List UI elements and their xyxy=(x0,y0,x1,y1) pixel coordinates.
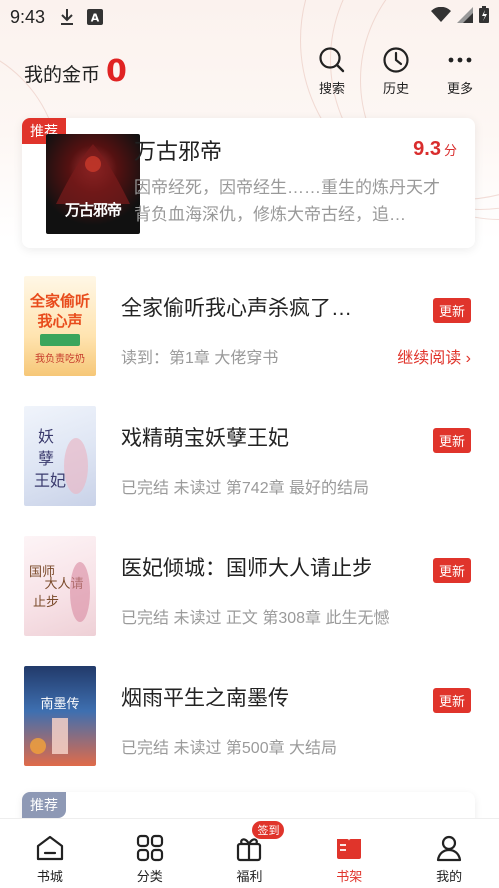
more-icon xyxy=(448,57,472,63)
category-icon xyxy=(136,834,163,862)
book-cover: 国师 大人请 止步 xyxy=(24,536,96,636)
book-progress: 已完结 未读过 第742章 最好的结局 xyxy=(121,480,370,497)
continue-reading-link[interactable]: 继续阅读 › xyxy=(397,344,471,368)
nav-bookshelf[interactable]: 书架 xyxy=(299,819,399,888)
book-description: 因帝经死，因帝经生……重生的炼丹天才背负血海深仇，修炼大帝古经，追… xyxy=(134,178,440,224)
svg-text:我心声: 我心声 xyxy=(37,312,82,330)
nav-category[interactable]: 分类 xyxy=(100,819,200,888)
book-cover: 妖 孽 王妃 xyxy=(24,406,96,506)
svg-text:止步: 止步 xyxy=(33,595,59,610)
book-title: 医妃倾城：国师大人请止步 xyxy=(121,557,371,580)
wifi-icon xyxy=(431,6,451,28)
battery-icon xyxy=(479,6,489,28)
book-progress: 已完结 未读过 正文 第308章 此生无憾 xyxy=(121,610,390,627)
list-item[interactable]: 妖 孽 王妃 戏精萌宝妖孽王妃 更新 已完结 未读过 第742章 最好的结局 xyxy=(0,406,499,510)
download-icon xyxy=(59,8,75,26)
signal-icon xyxy=(457,6,473,28)
book-progress: 已完结 未读过 第500章 大结局 xyxy=(121,740,338,757)
svg-text:全家偷听: 全家偷听 xyxy=(29,292,90,310)
list-item[interactable]: 全家偷听 我心声 我负责吃奶 全家偷听我心声杀疯了… 更新 读到：第1章 大佬穿… xyxy=(0,276,499,380)
nav-label: 我的 xyxy=(436,869,463,884)
score-value: 9.3 xyxy=(413,138,441,160)
cover-title: 万古邪帝 xyxy=(64,202,122,219)
update-badge: 更新 xyxy=(432,428,471,453)
svg-text:我负责吃奶: 我负责吃奶 xyxy=(35,352,85,365)
book-cover: 南墨传 xyxy=(24,666,96,766)
book-cover: 万古邪帝 xyxy=(46,134,140,234)
book-title: 烟雨平生之南墨传 xyxy=(121,687,289,710)
home-icon xyxy=(36,835,63,861)
clock-icon xyxy=(383,47,409,73)
list-item[interactable]: 国师 大人请 止步 医妃倾城：国师大人请止步 更新 已完结 未读过 正文 第30… xyxy=(0,536,499,640)
book-progress: 读到：第1章 大佬穿书 xyxy=(121,350,279,367)
search-button[interactable]: 搜索 xyxy=(311,46,353,97)
nav-bookstore[interactable]: 书城 xyxy=(0,819,100,888)
page-header: 我的金币 0 搜索 历史 更多 xyxy=(0,40,499,106)
book-cover: 全家偷听 我心声 我负责吃奶 xyxy=(24,276,96,376)
svg-text:王妃: 王妃 xyxy=(34,471,66,490)
recommend-tag: 推荐 xyxy=(22,792,66,818)
coin-balance[interactable]: 我的金币 0 xyxy=(24,54,127,89)
history-label: 历史 xyxy=(382,81,409,96)
search-icon xyxy=(319,47,345,73)
font-a-icon: A xyxy=(87,9,104,25)
nav-label: 书架 xyxy=(336,869,363,884)
sign-in-badge: 签到 xyxy=(252,821,285,839)
list-item[interactable]: 南墨传 烟雨平生之南墨传 更新 已完结 未读过 第500章 大结局 xyxy=(0,666,499,770)
book-title: 戏精萌宝妖孽王妃 xyxy=(121,427,289,450)
nav-label: 福利 xyxy=(236,869,263,884)
bottom-navigation: 书城 分类 签到 福利 书架 我的 xyxy=(0,818,499,888)
more-button[interactable]: 更多 xyxy=(439,46,481,97)
nav-welfare[interactable]: 签到 福利 xyxy=(200,819,300,888)
score-unit: 分 xyxy=(443,143,457,158)
svg-text:孽: 孽 xyxy=(38,449,54,468)
book-score: 9.3 分 xyxy=(413,138,457,161)
history-button[interactable]: 历史 xyxy=(375,46,417,97)
featured-book-card[interactable]: 推荐 万古邪帝 万古邪帝 9.3 分 因帝经死，因帝经生……重生的炼丹天才背负血… xyxy=(22,118,475,248)
bookshelf-icon xyxy=(337,839,362,859)
profile-icon xyxy=(436,835,462,862)
update-badge: 更新 xyxy=(432,298,471,323)
svg-text:妖: 妖 xyxy=(38,427,54,446)
nav-label: 书城 xyxy=(36,869,63,884)
book-title: 万古邪帝 xyxy=(134,139,223,164)
search-label: 搜索 xyxy=(318,81,345,96)
svg-text:A: A xyxy=(91,12,100,25)
status-time: 9:43 xyxy=(10,6,46,27)
book-title: 全家偷听我心声杀疯了… xyxy=(121,297,352,320)
update-badge: 更新 xyxy=(432,558,471,583)
nav-profile[interactable]: 我的 xyxy=(399,819,499,888)
more-label: 更多 xyxy=(446,81,473,96)
coin-label: 我的金币 xyxy=(24,65,101,86)
nav-label: 分类 xyxy=(136,869,163,884)
svg-text:南墨传: 南墨传 xyxy=(40,696,79,712)
update-badge: 更新 xyxy=(432,688,471,713)
status-bar: 9:43 A xyxy=(0,0,499,34)
coin-value: 0 xyxy=(106,54,127,89)
